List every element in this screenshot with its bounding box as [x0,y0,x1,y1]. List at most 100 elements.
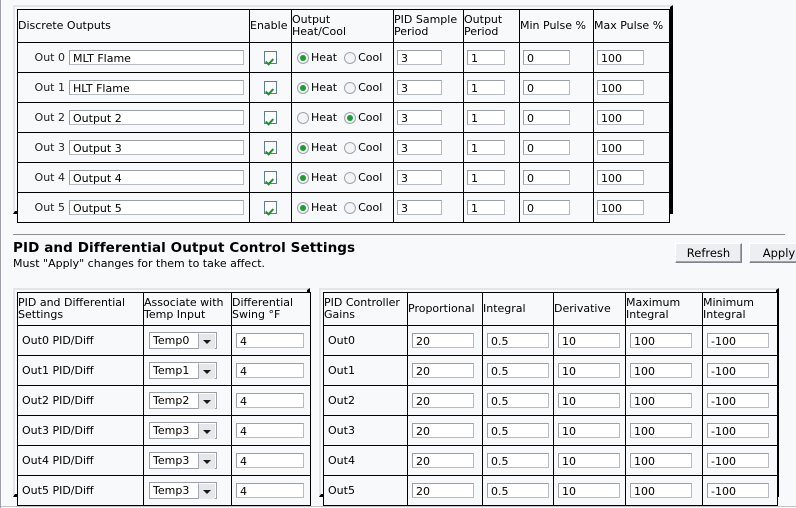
integral-input[interactable]: 0.5 [487,363,549,378]
heat-radio[interactable] [297,81,309,94]
derivative-input[interactable]: 10 [558,363,620,378]
output-name-input[interactable]: HLT Flame [69,80,244,95]
enable-checkbox[interactable] [264,111,277,124]
output-period-input[interactable]: 1 [467,110,505,125]
derivative-input[interactable]: 10 [558,453,620,468]
differential-swing-input[interactable]: 4 [236,393,304,408]
differential-swing-input[interactable]: 4 [236,333,304,348]
refresh-button[interactable]: Refresh [675,243,742,263]
min-pulse-input[interactable]: 0 [523,200,570,215]
output-period-input[interactable]: 1 [467,140,505,155]
output-name-input[interactable]: Output 5 [69,200,244,215]
maximum-integral-input[interactable]: 100 [630,423,692,438]
minimum-integral-input[interactable]: -100 [707,333,769,348]
min-pulse-input[interactable]: 0 [523,80,570,95]
heat-radio-option[interactable]: Heat [297,81,344,94]
enable-checkbox[interactable] [264,51,277,64]
apply-button[interactable]: Apply [749,243,796,263]
pid-sample-period-input[interactable]: 3 [397,170,442,185]
output-period-input[interactable]: 1 [467,170,505,185]
associate-temp-input-select[interactable]: Temp3 [149,422,217,439]
cool-radio-option[interactable]: Cool [344,141,389,154]
chevron-down-icon[interactable] [198,483,215,499]
cool-radio-option[interactable]: Cool [344,201,389,214]
integral-input[interactable]: 0.5 [487,453,549,468]
output-name-input[interactable]: Output 2 [69,110,244,125]
enable-checkbox[interactable] [264,171,277,184]
integral-input[interactable]: 0.5 [487,423,549,438]
max-pulse-input[interactable]: 100 [597,80,644,95]
maximum-integral-input[interactable]: 100 [630,333,692,348]
associate-temp-input-select[interactable]: Temp1 [149,362,217,379]
cool-radio[interactable] [344,81,357,94]
pid-sample-period-input[interactable]: 3 [397,140,442,155]
cool-radio-option[interactable]: Cool [344,111,389,124]
maximum-integral-input[interactable]: 100 [630,453,692,468]
min-pulse-input[interactable]: 0 [523,170,570,185]
output-name-input[interactable]: Output 4 [69,170,244,185]
cool-radio[interactable] [344,141,357,154]
maximum-integral-input[interactable]: 100 [630,393,692,408]
pid-sample-period-input[interactable]: 3 [397,50,442,65]
differential-swing-input[interactable]: 4 [236,453,304,468]
heat-radio-option[interactable]: Heat [297,201,344,214]
maximum-integral-input[interactable]: 100 [630,483,692,498]
integral-input[interactable]: 0.5 [487,393,549,408]
cool-radio-option[interactable]: Cool [344,51,389,64]
output-name-input[interactable]: Output 3 [69,140,244,155]
pid-sample-period-input[interactable]: 3 [397,110,442,125]
cool-radio-option[interactable]: Cool [344,171,389,184]
cool-radio[interactable] [344,201,357,214]
proportional-input[interactable]: 20 [412,483,474,498]
derivative-input[interactable]: 10 [558,333,620,348]
max-pulse-input[interactable]: 100 [597,110,644,125]
max-pulse-input[interactable]: 100 [597,140,644,155]
differential-swing-input[interactable]: 4 [236,423,304,438]
derivative-input[interactable]: 10 [558,393,620,408]
proportional-input[interactable]: 20 [412,453,474,468]
proportional-input[interactable]: 20 [412,423,474,438]
integral-input[interactable]: 0.5 [487,483,549,498]
enable-checkbox[interactable] [264,141,277,154]
minimum-integral-input[interactable]: -100 [707,483,769,498]
chevron-down-icon[interactable] [198,423,215,439]
cool-radio-option[interactable]: Cool [344,81,389,94]
heat-radio[interactable] [297,51,309,64]
differential-swing-input[interactable]: 4 [236,483,304,498]
heat-radio-option[interactable]: Heat [297,111,344,124]
derivative-input[interactable]: 10 [558,483,620,498]
output-period-input[interactable]: 1 [467,200,505,215]
output-period-input[interactable]: 1 [467,50,505,65]
chevron-down-icon[interactable] [198,333,215,349]
proportional-input[interactable]: 20 [412,363,474,378]
heat-radio[interactable] [297,201,309,214]
cool-radio[interactable] [344,111,357,124]
minimum-integral-input[interactable]: -100 [707,453,769,468]
associate-temp-input-select[interactable]: Temp0 [149,332,217,349]
differential-swing-input[interactable]: 4 [236,363,304,378]
output-name-input[interactable]: MLT Flame [69,50,244,65]
max-pulse-input[interactable]: 100 [597,200,644,215]
heat-radio[interactable] [297,141,309,154]
heat-radio[interactable] [297,111,309,124]
max-pulse-input[interactable]: 100 [597,50,644,65]
maximum-integral-input[interactable]: 100 [630,363,692,378]
integral-input[interactable]: 0.5 [487,333,549,348]
derivative-input[interactable]: 10 [558,423,620,438]
min-pulse-input[interactable]: 0 [523,140,570,155]
chevron-down-icon[interactable] [198,453,215,469]
proportional-input[interactable]: 20 [412,393,474,408]
cool-radio[interactable] [344,51,357,64]
minimum-integral-input[interactable]: -100 [707,393,769,408]
enable-checkbox[interactable] [264,201,277,214]
cool-radio[interactable] [344,171,357,184]
chevron-down-icon[interactable] [198,393,215,409]
proportional-input[interactable]: 20 [412,333,474,348]
min-pulse-input[interactable]: 0 [523,50,570,65]
pid-sample-period-input[interactable]: 3 [397,80,442,95]
min-pulse-input[interactable]: 0 [523,110,570,125]
heat-radio-option[interactable]: Heat [297,171,344,184]
heat-radio-option[interactable]: Heat [297,51,344,64]
associate-temp-input-select[interactable]: Temp2 [149,392,217,409]
pid-sample-period-input[interactable]: 3 [397,200,442,215]
